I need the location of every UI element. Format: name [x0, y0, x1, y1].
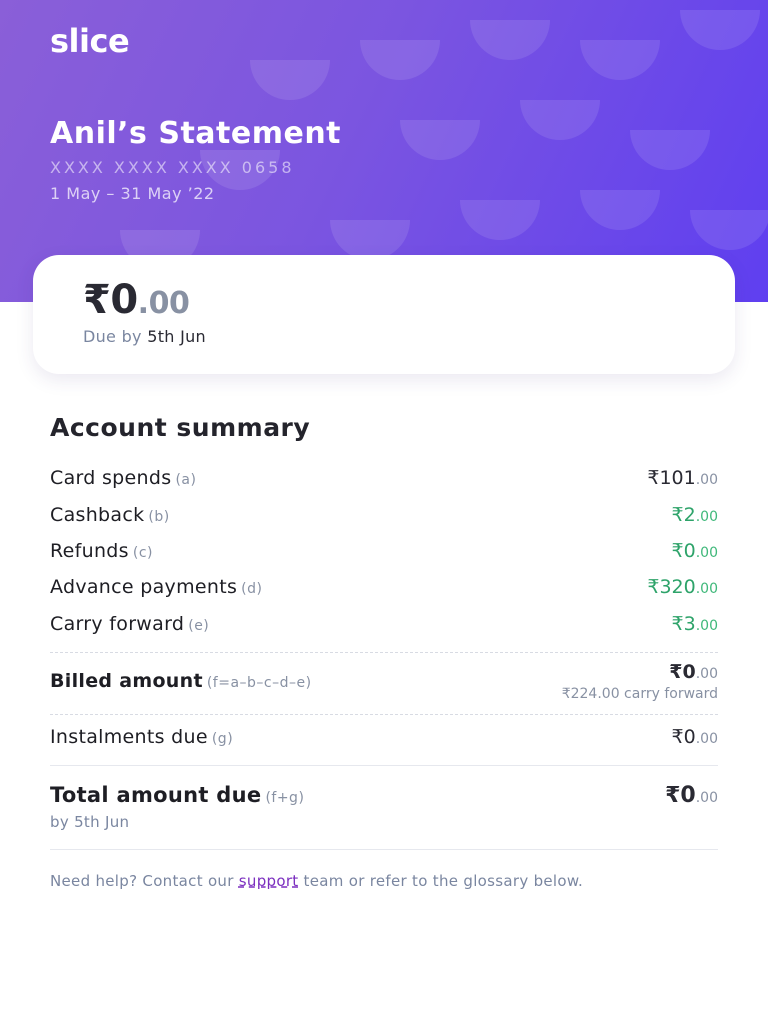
- masked-card-number: XXXX XXXX XXXX 0658: [50, 158, 295, 177]
- brand-logo: slice: [50, 22, 130, 60]
- summary-row-total-amount-due: Total amount due (f+g) ₹0.00 by 5th Jun: [50, 783, 718, 833]
- account-summary-title: Account summary: [50, 413, 311, 442]
- total-due-date: by 5th Jun: [50, 813, 130, 831]
- row-amount: ₹0.00: [669, 661, 718, 683]
- divider-dashed: [50, 714, 718, 715]
- row-amount-decimal: .00: [695, 509, 718, 525]
- row-tag: (g): [211, 731, 234, 747]
- summary-row-cashback: Cashback (b) ₹2.00: [50, 504, 718, 526]
- carry-forward-note: ₹224.00 carry forward: [561, 686, 718, 702]
- row-tag: (d): [241, 581, 263, 597]
- row-amount: ₹320.00: [647, 576, 718, 598]
- row-label: Advance payments: [50, 576, 238, 598]
- summary-row-advance-payments: Advance payments (d) ₹320.00: [50, 576, 718, 598]
- row-amount-int: ₹0: [671, 726, 696, 748]
- row-label: Instalments due: [50, 726, 208, 748]
- summary-row-carry-forward: Carry forward (e) ₹3.00: [50, 613, 718, 635]
- row-amount-decimal: .00: [695, 618, 718, 634]
- due-date-text: Due by 5th Jun: [83, 327, 206, 346]
- row-label: Carry forward: [50, 613, 185, 635]
- row-amount-decimal: .00: [695, 545, 718, 561]
- statement-title: Anil’s Statement: [50, 116, 342, 151]
- row-amount-int: ₹2: [671, 504, 696, 526]
- due-amount-decimal: .00: [137, 286, 190, 321]
- row-label: Cashback: [50, 504, 145, 526]
- row-amount-decimal: .00: [695, 666, 718, 682]
- billed-label: Billed amount: [50, 670, 203, 692]
- statement-period: 1 May – 31 May ’22: [50, 184, 215, 203]
- summary-row-billed-amount: Billed amount (f=a–b–c–d–e) ₹0.00 ₹224.00…: [50, 661, 718, 713]
- row-tag: (b): [148, 509, 170, 525]
- summary-row-refunds: Refunds (c) ₹0.00: [50, 540, 718, 562]
- divider-dashed: [50, 652, 718, 653]
- row-tag: (f=a–b–c–d–e): [206, 675, 312, 691]
- total-amount-int: ₹0: [665, 783, 696, 808]
- row-tag: (e): [188, 618, 210, 634]
- row-amount-int: ₹0: [669, 661, 696, 683]
- row-tag: (f+g): [265, 790, 305, 806]
- amount-due-card: ₹0.00 Due by 5th Jun: [33, 255, 735, 374]
- total-label: Total amount due: [50, 783, 262, 807]
- row-amount: ₹0.00: [672, 726, 718, 748]
- summary-row-card-spends: Card spends (a) ₹101.00: [50, 467, 718, 489]
- row-tag: (a): [175, 472, 197, 488]
- row-tag: (c): [132, 545, 153, 561]
- help-text: Need help? Contact our support team or r…: [50, 873, 730, 890]
- summary-row-instalments-due: Instalments due (g) ₹0.00: [50, 726, 718, 748]
- row-amount-int: ₹101: [647, 467, 696, 489]
- row-amount-int: ₹3: [671, 613, 696, 635]
- due-by-date: 5th Jun: [147, 327, 206, 346]
- divider-solid: [50, 765, 718, 766]
- total-amount-decimal: .00: [695, 790, 718, 806]
- row-label: Card spends: [50, 467, 172, 489]
- row-amount: ₹2.00: [672, 504, 718, 526]
- row-amount-int: ₹0: [671, 540, 696, 562]
- due-amount-int: ₹0: [83, 277, 138, 323]
- row-label: Refunds: [50, 540, 129, 562]
- row-amount-decimal: .00: [695, 731, 718, 747]
- row-amount: ₹101.00: [647, 467, 718, 489]
- total-amount: ₹0.00: [665, 783, 718, 808]
- row-amount-decimal: .00: [695, 581, 718, 597]
- due-by-label: Due by: [83, 327, 142, 346]
- row-label: Billed amount (f=a–b–c–d–e): [50, 670, 312, 692]
- divider-solid: [50, 849, 718, 850]
- support-link[interactable]: support: [239, 872, 299, 890]
- row-amount-int: ₹320: [647, 576, 696, 598]
- row-amount-decimal: .00: [695, 472, 718, 488]
- due-amount: ₹0.00: [83, 277, 190, 323]
- row-amount: ₹3.00: [672, 613, 718, 635]
- help-suffix: team or refer to the glossary below.: [298, 872, 584, 890]
- row-amount: ₹0.00: [672, 540, 718, 562]
- help-prefix: Need help? Contact our: [50, 872, 239, 890]
